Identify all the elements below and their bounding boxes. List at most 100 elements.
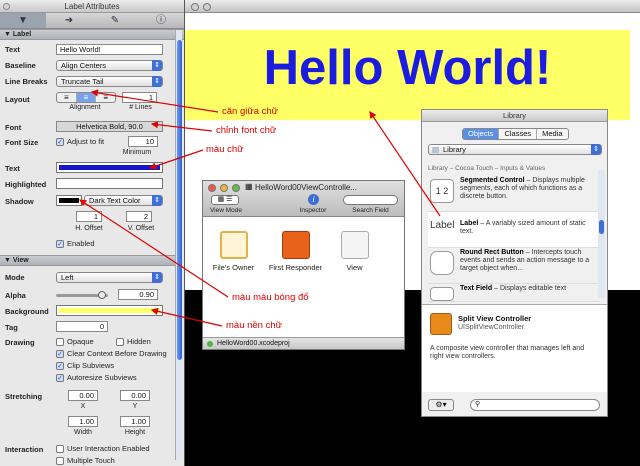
minimum-caption: Minimum	[122, 149, 152, 156]
stretch-width-field[interactable]: 1.00	[68, 416, 98, 427]
background-color-well[interactable]	[56, 305, 163, 316]
item-name: Round Rect Button	[460, 249, 524, 256]
alignment-segmented[interactable]: ≡ ≡ ≡	[56, 92, 116, 103]
detail-name: Split View Controller	[458, 314, 532, 323]
library-item-label[interactable]: Label Label – A variably sized amount of…	[428, 212, 600, 248]
split-view-controller-icon	[430, 313, 452, 335]
shadow-color-well[interactable]	[56, 195, 82, 206]
alpha-slider-knob[interactable]	[98, 291, 106, 299]
view-label: View	[346, 263, 363, 272]
clip-subviews-checkbox[interactable]: ✓ Clip Subviews	[56, 361, 114, 370]
inspector-scrollbar[interactable]	[175, 30, 182, 460]
adjust-to-fit-checkbox[interactable]: ✓ Adjust to fit	[56, 137, 104, 146]
highlighted-color-well[interactable]	[56, 178, 163, 189]
connections-tab-icon[interactable]: ➜	[46, 13, 92, 28]
attributes-tab-icon[interactable]: ▼	[0, 13, 46, 28]
mode-popup[interactable]: Left	[56, 272, 163, 283]
baseline-popup[interactable]: Align Centers	[56, 60, 163, 71]
annotation-center: căn giữa chữ	[222, 106, 279, 117]
view-section-header[interactable]: ▼ View	[0, 255, 177, 266]
hello-world-label[interactable]: Hello World!	[185, 40, 630, 96]
minimum-font-field[interactable]: 10	[128, 136, 158, 147]
y-caption: Y	[132, 403, 138, 410]
window-minimize-button[interactable]	[220, 184, 228, 192]
enabled-checkbox[interactable]: ✓ Enabled	[56, 239, 95, 248]
tab-media[interactable]: Media	[537, 129, 568, 139]
library-item-round-rect-button[interactable]: Round Rect Button – Intercepts touch eve…	[428, 248, 600, 284]
multiple-touch-checkbox[interactable]: Multiple Touch	[56, 456, 115, 465]
label-section-header[interactable]: ▼ Label	[0, 29, 184, 40]
size-tab-icon[interactable]: ✎	[92, 13, 138, 28]
stretch-height-field[interactable]: 1.00	[120, 416, 150, 427]
folder-icon: ▤	[432, 145, 440, 154]
h-offset-caption: H. Offset	[75, 225, 103, 232]
user-interaction-label: User Interaction Enabled	[67, 444, 150, 453]
inspector-scroll-thumb[interactable]	[177, 40, 182, 360]
window-close-button[interactable]	[208, 184, 216, 192]
first-responder-object[interactable]: First Responder	[268, 231, 323, 272]
align-left-icon[interactable]: ≡	[57, 93, 77, 102]
alignment-caption: Alignment	[69, 104, 101, 111]
alpha-slider[interactable]	[56, 291, 108, 299]
window-close-button[interactable]	[191, 3, 199, 11]
segmented-control-icon: 1 2	[430, 179, 454, 203]
text-color-well[interactable]	[56, 162, 163, 173]
library-dropdown[interactable]: ▤ Library	[428, 144, 602, 155]
alpha-row-label: Alpha	[5, 291, 26, 300]
text-row-label: Text	[5, 45, 20, 54]
library-scroll-thumb[interactable]	[599, 220, 604, 234]
stretch-x-field[interactable]: 0.00	[68, 390, 98, 401]
library-item-text-field[interactable]: Text Field – Displays editable text	[428, 284, 600, 302]
adjust-to-fit-label: Adjust to fit	[67, 137, 105, 146]
alpha-field[interactable]: 0.90	[118, 289, 158, 300]
inspector-info-icon[interactable]: i	[308, 194, 319, 205]
identity-tab-icon[interactable]: ⓘ	[138, 13, 184, 28]
library-gear-icon[interactable]: ⚙▾	[428, 399, 454, 411]
document-footer: HelloWord00.xcodeproj	[203, 337, 404, 349]
library-scrollbar[interactable]	[598, 170, 605, 298]
library-item-segmented-control[interactable]: 1 2 Segmented Control – Displays multipl…	[428, 176, 600, 212]
font-button[interactable]: Helvetica Bold, 90.0	[56, 121, 163, 132]
clear-context-label: Clear Context Before Drawing	[67, 349, 167, 358]
library-detail-pane: Split View Controller UISplitViewControl…	[422, 304, 607, 392]
user-interaction-checkbox[interactable]: User Interaction Enabled	[56, 444, 150, 453]
view-object[interactable]: View	[327, 231, 382, 272]
window-minimize-button[interactable]	[203, 3, 211, 11]
text-field[interactable]: Hello World!	[56, 44, 163, 55]
lines-field[interactable]: 1	[122, 92, 157, 103]
tab-objects[interactable]: Objects	[463, 129, 500, 139]
v-offset-field[interactable]: 2	[126, 211, 152, 222]
window-zoom-button[interactable]	[232, 184, 240, 192]
tag-field[interactable]: 0	[56, 321, 108, 332]
tab-classes[interactable]: Classes	[499, 129, 538, 139]
view-mode-segmented[interactable]: ▦ ☰	[211, 195, 239, 205]
library-tab-segmented[interactable]: Objects Classes Media	[462, 128, 569, 140]
h-offset-field[interactable]: 1	[76, 211, 102, 222]
detail-class: UISplitViewController	[458, 324, 525, 331]
shadow-popup[interactable]: Dark Text Color	[84, 195, 163, 206]
project-name: HelloWord00.xcodeproj	[217, 340, 290, 347]
opaque-checkbox[interactable]: Opaque	[56, 337, 94, 346]
autoresize-checkbox[interactable]: ✓ Autoresize Subviews	[56, 373, 137, 382]
linebreaks-popup[interactable]: Truncate Tail	[56, 76, 163, 87]
shadow-color-swatch	[59, 198, 79, 203]
view-section-title: View	[12, 257, 29, 264]
checkmark-icon: ✓	[56, 137, 64, 146]
library-search-input[interactable]: ⚲	[470, 399, 600, 411]
clear-context-checkbox[interactable]: ✓ Clear Context Before Drawing	[56, 349, 167, 358]
search-field[interactable]	[343, 195, 398, 205]
height-caption: Height	[124, 429, 146, 436]
width-caption: Width	[74, 429, 92, 436]
files-owner-object[interactable]: File's Owner	[206, 231, 261, 272]
files-owner-label: File's Owner	[212, 263, 255, 272]
stretch-y-field[interactable]: 0.00	[120, 390, 150, 401]
v-offset-caption: V. Offset	[127, 225, 155, 232]
close-icon[interactable]	[3, 3, 10, 10]
align-center-icon[interactable]: ≡	[76, 93, 97, 102]
checkmark-icon: ✓	[56, 361, 64, 370]
main-window-titlebar	[185, 0, 640, 13]
align-right-icon[interactable]: ≡	[96, 93, 115, 102]
hidden-checkbox[interactable]: Hidden	[116, 337, 151, 346]
text-field-icon	[430, 287, 454, 301]
library-breadcrumb: Library – Cocoa Touch – Inputs & Values	[428, 165, 546, 172]
